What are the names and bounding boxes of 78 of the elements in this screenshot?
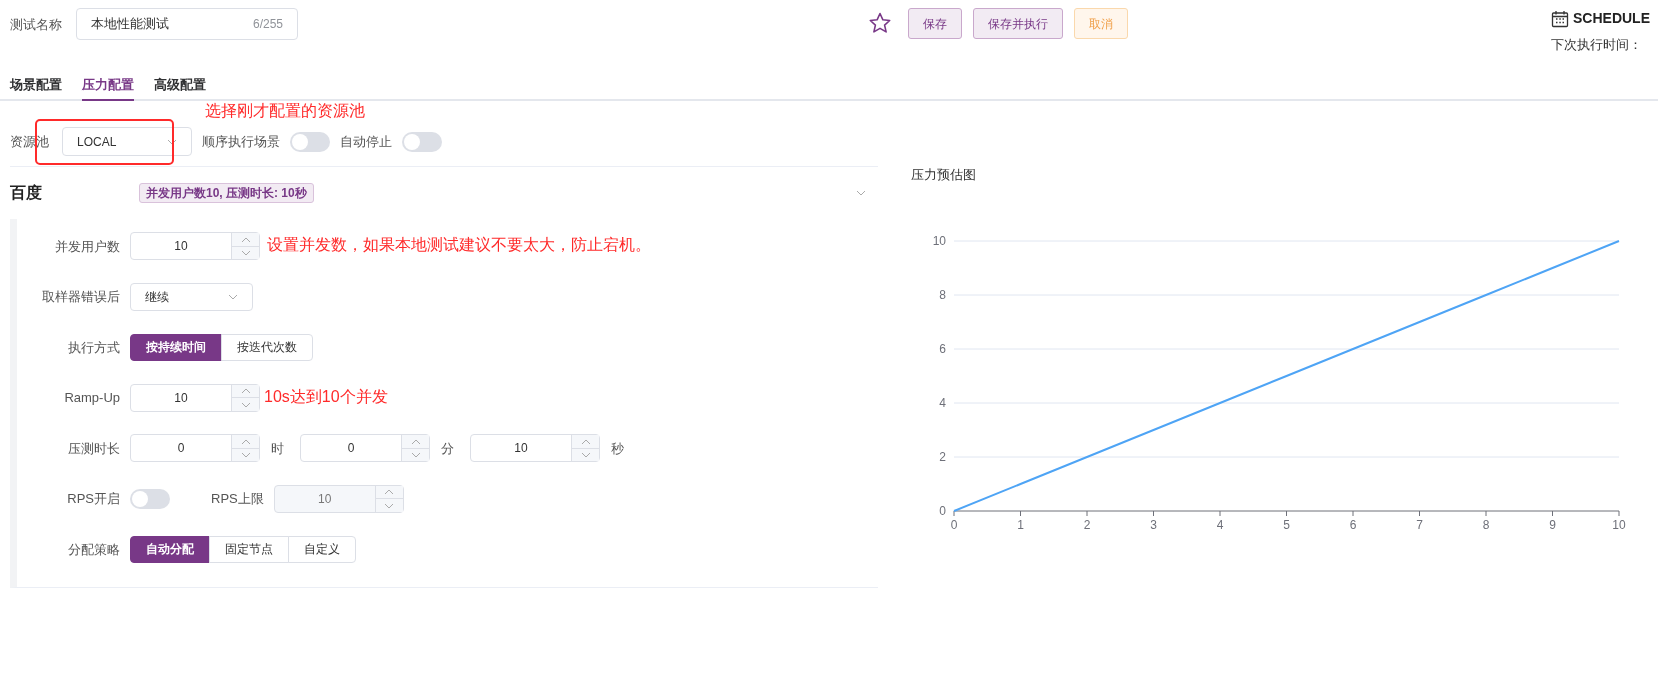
select-field[interactable]: 继续 xyxy=(130,282,253,311)
y-axis-label: 8 xyxy=(939,287,946,302)
chevron-down-icon[interactable] xyxy=(856,190,866,196)
next-run-label: 下次执行时间： xyxy=(1551,36,1643,54)
number-field[interactable]: 10 xyxy=(130,383,260,412)
toggle-label: 顺序执行场景 xyxy=(202,132,280,151)
tab[interactable]: 压力配置 xyxy=(82,70,134,101)
number-field[interactable]: 10 xyxy=(130,232,260,261)
toggle-switch[interactable] xyxy=(290,131,330,152)
tab[interactable]: 场景配置 xyxy=(10,70,62,101)
y-axis-label: 10 xyxy=(932,233,946,248)
character-count: 6/255 xyxy=(252,16,283,33)
chevron-down-icon[interactable] xyxy=(240,401,251,408)
chevron-down-icon[interactable] xyxy=(580,452,591,458)
x-axis-label: 0 xyxy=(950,517,958,532)
schedule-title: SCHEDULE xyxy=(1573,9,1650,28)
chevron-down-icon xyxy=(167,138,177,145)
x-axis-label: 9 xyxy=(1549,517,1556,532)
segment-button[interactable]: 固定节点 xyxy=(209,535,289,563)
chevron-down-icon xyxy=(228,293,238,300)
x-axis-label: 6 xyxy=(1349,517,1357,532)
x-axis-label: 4 xyxy=(1216,517,1224,532)
x-axis-label: 5 xyxy=(1283,517,1290,532)
action-button[interactable]: 保存并执行 xyxy=(973,8,1063,39)
toggle-switch[interactable] xyxy=(402,131,442,152)
field-label: 测试名称 xyxy=(10,16,62,34)
toggle-switch[interactable] xyxy=(130,488,170,509)
y-axis-label: 4 xyxy=(939,395,946,410)
field-label: 并发用户数 xyxy=(54,237,120,256)
y-axis-label: 0 xyxy=(939,503,946,518)
scenario-summary-tag: 并发用户数10, 压测时长: 10秒 xyxy=(139,183,314,203)
resource-pool-select[interactable]: LOCAL xyxy=(62,127,192,156)
number-field[interactable]: 0 xyxy=(300,434,430,463)
chevron-up-icon[interactable] xyxy=(240,388,251,394)
field-label: 取样器错误后 xyxy=(41,288,120,306)
action-button[interactable]: 保存 xyxy=(908,8,962,39)
y-axis-label: 6 xyxy=(939,341,946,356)
chart-title: 压力预估图 xyxy=(911,166,977,184)
x-axis-label: 7 xyxy=(1416,517,1423,532)
name-input-field[interactable]: 本地性能测试 6/255 xyxy=(76,8,298,40)
annotation-text: 10s达到10个并发 xyxy=(264,386,388,407)
field-label: 资源池 xyxy=(10,132,49,151)
toggle-label: 自动停止 xyxy=(340,132,392,151)
number-field[interactable]: 0 xyxy=(130,434,260,463)
field-label: 压测时长 xyxy=(67,439,120,458)
unit-label: 时 xyxy=(271,439,284,458)
unit-label: 分 xyxy=(441,439,454,458)
field-label: RPS开启 xyxy=(66,490,120,508)
field-label: 分配策略 xyxy=(67,540,120,559)
annotation-text: 选择刚才配置的资源池 xyxy=(205,101,365,121)
y-axis-label: 2 xyxy=(939,449,946,464)
tab[interactable]: 高级配置 xyxy=(154,70,206,101)
chevron-up-icon[interactable] xyxy=(580,438,591,445)
chevron-up-icon[interactable] xyxy=(240,236,251,243)
x-axis-label: 1 xyxy=(1017,517,1024,532)
x-axis-label: 2 xyxy=(1083,517,1091,532)
segment-button[interactable]: 自动分配 xyxy=(130,535,210,563)
chevron-up-icon[interactable] xyxy=(410,438,421,445)
field-label: RPS上限 xyxy=(211,490,264,508)
chevron-up-icon[interactable] xyxy=(240,438,251,445)
field-label: Ramp-Up xyxy=(63,389,120,407)
chevron-down-icon[interactable] xyxy=(240,452,251,458)
calendar-icon xyxy=(1551,9,1569,28)
x-axis-label: 10 xyxy=(1612,517,1626,532)
annotation-text: 设置并发数，如果本地测试建议不要太大，防止宕机。 xyxy=(267,235,651,255)
x-axis-label: 3 xyxy=(1150,517,1157,532)
chevron-up-icon[interactable] xyxy=(384,489,395,495)
number-field[interactable]: 10 xyxy=(470,434,600,463)
segment-button[interactable]: 按持续时间 xyxy=(130,333,222,361)
segment-button[interactable]: 自定义 xyxy=(288,535,356,563)
unit-label: 秒 xyxy=(611,439,624,458)
field-label: 执行方式 xyxy=(67,338,120,357)
star-icon[interactable] xyxy=(868,11,892,35)
chevron-down-icon[interactable] xyxy=(410,452,421,458)
scenario-name: 百度 xyxy=(10,183,43,203)
chevron-down-icon[interactable] xyxy=(240,250,251,256)
segment-button[interactable]: 按迭代次数 xyxy=(221,333,313,361)
x-axis-label: 8 xyxy=(1482,517,1490,532)
